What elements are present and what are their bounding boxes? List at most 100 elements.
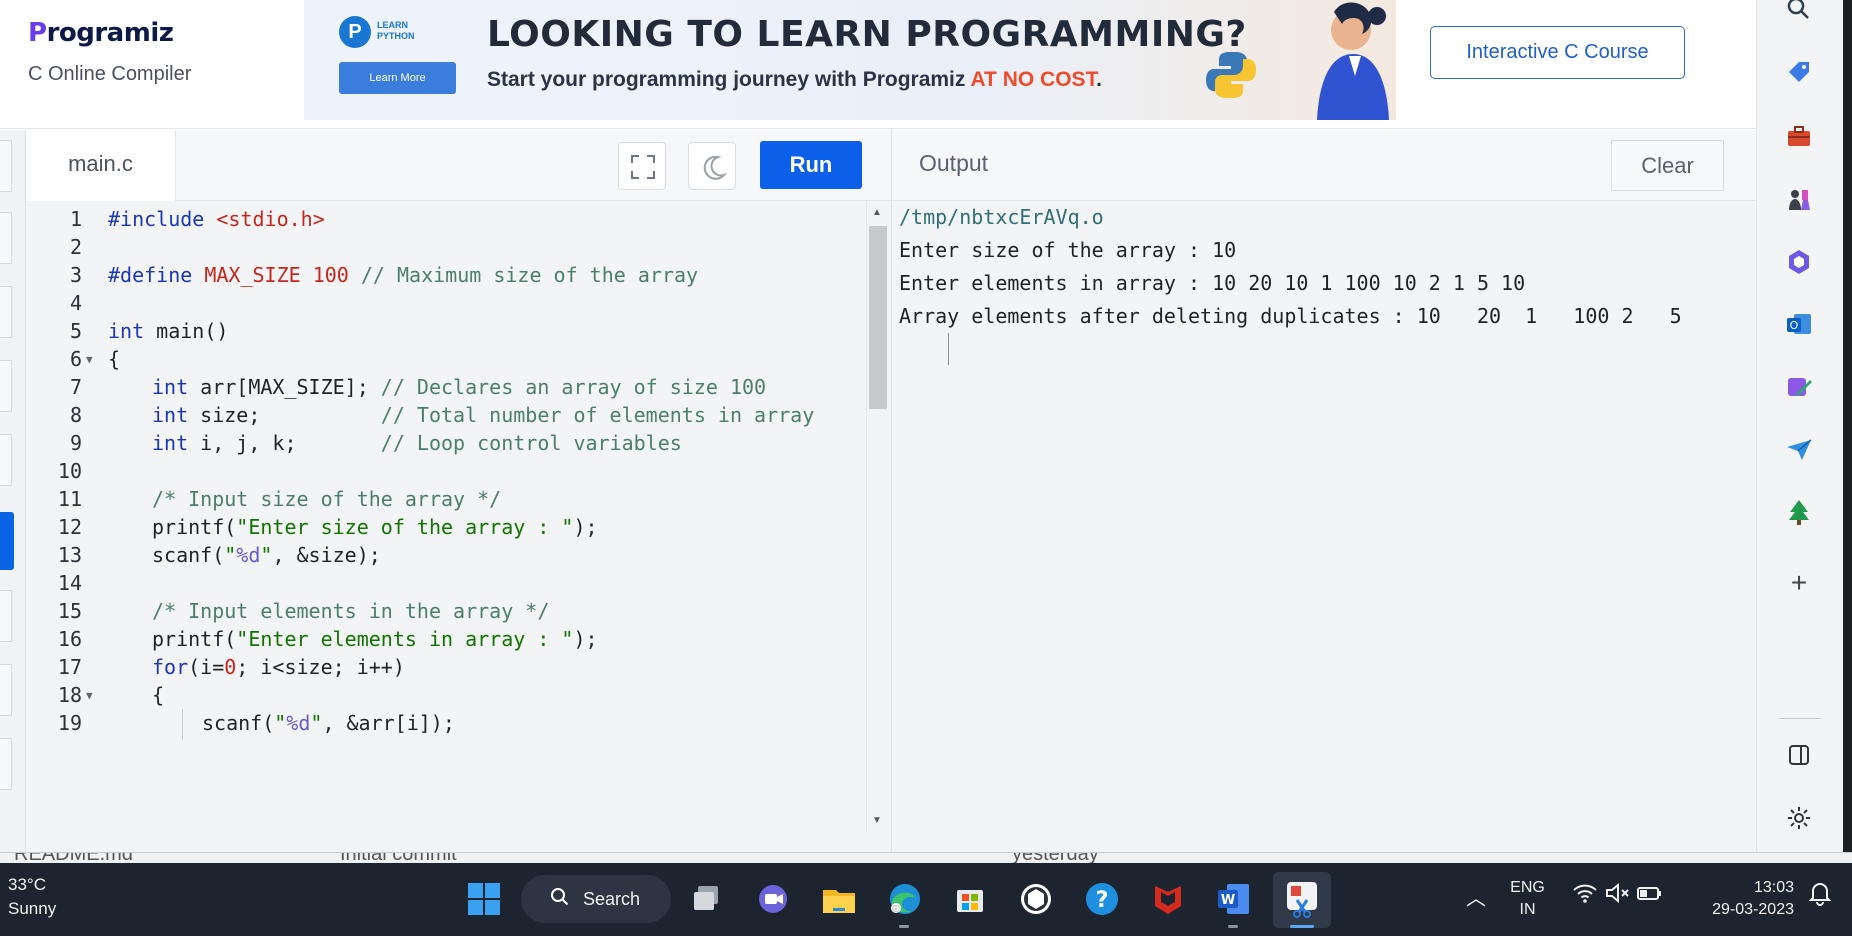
expand-icon <box>631 155 655 179</box>
tagline-highlight: AT NO COST <box>970 68 1097 91</box>
notifications-icon[interactable] <box>1800 878 1840 920</box>
taskbar-search[interactable]: Search <box>521 875 671 923</box>
sidebar-tab[interactable] <box>0 590 12 642</box>
string: " <box>224 543 237 567</box>
tab-main-c[interactable]: main.c <box>26 130 176 201</box>
code-line: 19 scanf("%d", &arr[i]); <box>26 707 866 740</box>
output-title: Output <box>919 150 989 176</box>
settings-gear-icon[interactable] <box>1784 803 1814 833</box>
logo-initial: P <box>28 18 47 48</box>
windows-start-icon[interactable] <box>463 878 505 920</box>
identifier: main() <box>144 319 229 343</box>
programiz-logo[interactable]: Programiz <box>28 18 174 48</box>
weather-widget[interactable]: 33°C Sunny <box>8 873 56 921</box>
language-indicator[interactable]: ENG IN <box>1505 877 1550 921</box>
string: "Enter size of the array : " <box>236 515 574 539</box>
learn-more-button[interactable]: Learn More <box>339 62 456 94</box>
keyword: int <box>108 319 145 343</box>
badge-text: LEARN PYTHON <box>377 20 415 41</box>
designer-icon[interactable] <box>1784 372 1814 402</box>
comment: // Total number of elements in array <box>380 403 815 427</box>
output-toolbar: Output Clear <box>892 130 1756 201</box>
word-icon[interactable]: W <box>1213 878 1255 920</box>
fullscreen-button[interactable] <box>618 142 666 190</box>
sidebar-tab[interactable] <box>0 360 12 412</box>
outlook-icon[interactable]: O <box>1784 309 1814 339</box>
output-line: Enter size of the array : 10 <box>899 238 1237 262</box>
sidebar-tab-active[interactable] <box>0 512 14 570</box>
edge-browser-icon[interactable]: ⓘ <box>884 878 926 920</box>
toolbox-icon[interactable] <box>1784 121 1814 151</box>
add-icon[interactable]: + <box>1784 568 1814 598</box>
tree-icon[interactable] <box>1784 497 1814 527</box>
dock-separator <box>1779 718 1821 719</box>
illustration-person-icon <box>1317 2 1389 120</box>
battery-icon[interactable] <box>1628 878 1670 920</box>
identifier: size; <box>188 403 381 427</box>
sidebar-tab[interactable] <box>0 738 12 790</box>
background-window-strip: README.md Initial commit yesterday <box>0 852 1852 863</box>
shopping-tag-icon[interactable] <box>1784 58 1814 88</box>
editor-scrollbar[interactable]: ▲ ▼ <box>866 201 890 832</box>
punctuation: ); <box>573 627 598 651</box>
sidebar-tab[interactable] <box>0 212 12 264</box>
scrollbar-thumb[interactable] <box>869 226 887 409</box>
scroll-up-icon[interactable]: ▲ <box>872 207 882 218</box>
games-icon[interactable] <box>1784 184 1814 214</box>
weather-condition: Sunny <box>8 899 57 918</box>
browser-sidebar: O + <box>1756 0 1852 852</box>
clock[interactable]: 13:03 29-03-2023 <box>1684 877 1794 921</box>
snipping-tool-icon <box>1287 882 1317 918</box>
identifier: arr[MAX_SIZE]; <box>188 375 381 399</box>
function-call: scanf( <box>152 543 225 567</box>
string: "Enter elements in array : " <box>236 627 574 651</box>
teams-chat-icon[interactable] <box>752 878 794 920</box>
region-code: IN <box>1519 901 1536 918</box>
macro-name: MAX_SIZE <box>192 263 301 287</box>
run-button[interactable]: Run <box>760 141 862 189</box>
task-view-icon[interactable] <box>686 878 728 920</box>
language-code: ENG <box>1510 879 1545 896</box>
split-view-icon[interactable] <box>1784 740 1814 770</box>
banner-headline: LOOKING TO LEARN PROGRAMMING? <box>487 14 1247 55</box>
mcafee-icon[interactable] <box>1147 878 1189 920</box>
copilot-icon[interactable] <box>1784 247 1814 277</box>
microsoft-store-icon[interactable] <box>949 878 991 920</box>
function-call: printf( <box>152 627 237 651</box>
sidebar-tab[interactable] <box>0 286 12 338</box>
string: " <box>260 543 273 567</box>
logo-text: rogramiz <box>46 18 174 48</box>
security-app-icon[interactable] <box>1015 878 1057 920</box>
clear-button[interactable]: Clear <box>1611 140 1724 191</box>
badge-logo-icon: P <box>339 16 371 48</box>
send-icon[interactable] <box>1784 434 1814 464</box>
help-icon[interactable]: ? <box>1081 878 1123 920</box>
sidebar-tab[interactable] <box>0 140 12 192</box>
sidebar-tab[interactable] <box>0 664 12 716</box>
identifier: ; i<size; i++) <box>236 655 405 679</box>
indent-guide <box>182 709 183 740</box>
identifier: , &arr[i]); <box>322 711 455 735</box>
page-subtitle: C Online Compiler <box>28 63 192 85</box>
snipping-tool-active[interactable] <box>1273 872 1331 928</box>
interactive-c-course-button[interactable]: Interactive C Course <box>1430 26 1685 79</box>
function-call: printf( <box>152 515 237 539</box>
windows-taskbar: 33°C Sunny Search ⓘ ? W ︿ ENG IN 13:03 2… <box>0 863 1852 936</box>
scroll-down-icon[interactable]: ▼ <box>872 815 882 826</box>
output-console[interactable]: /tmp/nbtxcErAVq.o Enter size of the arra… <box>892 201 1756 852</box>
banner-tagline: Start your programming journey with Prog… <box>487 68 1102 92</box>
code-editor[interactable]: 1 #include <stdio.h> 2 3 #define MAX_SIZE … <box>26 201 892 852</box>
ad-banner[interactable]: P LEARN PYTHON Learn More LOOKING TO LEA… <box>304 0 1396 120</box>
file-explorer-icon[interactable] <box>818 878 860 920</box>
keyword: int <box>152 375 189 399</box>
svg-text:?: ? <box>1096 888 1109 913</box>
search-icon[interactable] <box>1784 0 1814 24</box>
number: 100 <box>300 263 349 287</box>
clock-date: 29-03-2023 <box>1712 901 1794 918</box>
sidebar-tab[interactable] <box>0 434 12 486</box>
chevron-up-icon[interactable]: ︿ <box>1455 878 1497 920</box>
dark-mode-toggle[interactable] <box>688 142 736 190</box>
identifier: (i= <box>188 655 225 679</box>
string: " <box>310 711 323 735</box>
left-sidebar-sliver <box>0 130 26 852</box>
